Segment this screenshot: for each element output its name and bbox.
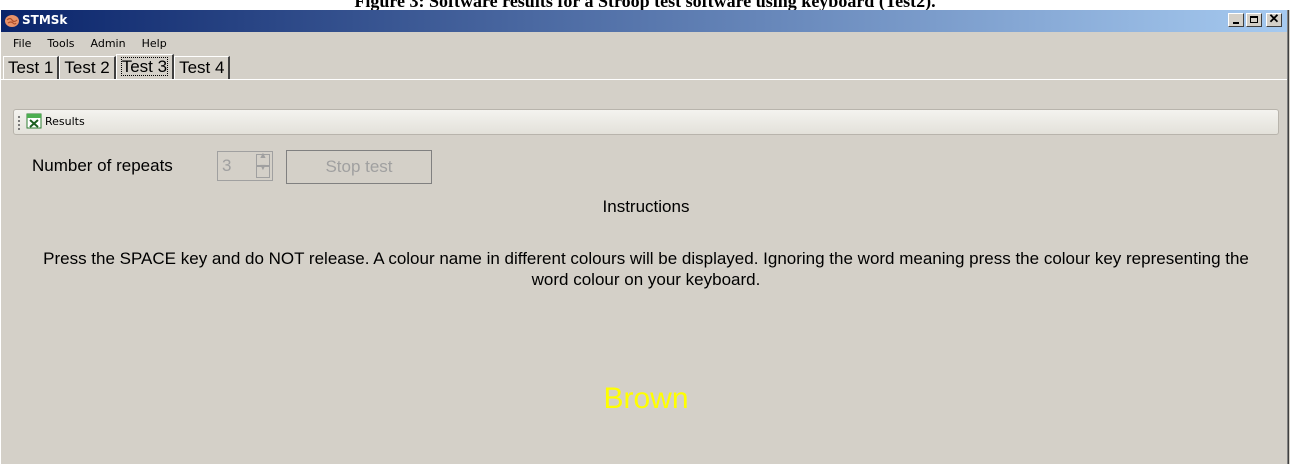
toolbar-grip-icon[interactable] <box>18 116 20 130</box>
menu-file[interactable]: File <box>13 37 31 50</box>
menu-admin[interactable]: Admin <box>91 37 126 50</box>
close-button[interactable]: ✕ <box>1266 11 1282 27</box>
figure-caption: Figure 3: Software results for a Stroop … <box>0 0 1290 10</box>
results-label: Results <box>45 114 85 128</box>
app-window: STMSk ✕ File Tools Admin Help Test 1 Tes… <box>0 10 1290 464</box>
toolbar: Results <box>13 109 1279 135</box>
instructions-text: Press the SPACE key and do NOT release. … <box>43 249 1249 289</box>
instructions-title: Instructions <box>602 197 690 216</box>
tab-test-3[interactable]: Test 3 <box>115 54 175 79</box>
figure-caption-text: Figure 3: Software results for a Stroop … <box>354 0 936 10</box>
tab-strip: Test 1 Test 2 Test 3 Test 4 <box>3 54 231 79</box>
window-controls: ✕ <box>1228 11 1282 27</box>
chevron-down-icon: ▼ <box>258 162 268 172</box>
tab-test-2[interactable]: Test 2 <box>59 56 116 79</box>
tab-label: Test 1 <box>8 58 54 77</box>
window-title: STMSk <box>22 13 68 27</box>
stepper-buttons: ▲ ▼ <box>256 150 270 178</box>
stimulus-word: Brown <box>603 382 689 415</box>
stepper-down-button[interactable]: ▼ <box>256 162 270 178</box>
tab-test-4[interactable]: Test 4 <box>174 56 231 79</box>
spreadsheet-icon <box>26 113 42 129</box>
menu-tools[interactable]: Tools <box>47 37 74 50</box>
maximize-button[interactable] <box>1246 13 1262 27</box>
tab-label: Test 3 <box>120 57 169 76</box>
results-button[interactable]: Results <box>26 113 85 129</box>
tab-label: Test 4 <box>179 58 225 77</box>
stop-test-button[interactable]: Stop test <box>286 150 432 184</box>
minimize-icon <box>1233 22 1239 24</box>
tab-test-1[interactable]: Test 1 <box>3 56 60 79</box>
chevron-up-icon: ▲ <box>258 150 268 160</box>
minimize-button[interactable] <box>1228 13 1244 27</box>
repeats-stepper[interactable]: 3 ▲ ▼ <box>217 150 273 181</box>
tab-divider <box>1 79 1288 80</box>
repeats-label: Number of repeats <box>32 156 173 175</box>
title-bar[interactable]: STMSk ✕ <box>1 10 1288 32</box>
tab-label: Test 2 <box>64 58 110 77</box>
brain-icon <box>5 15 19 27</box>
menu-help[interactable]: Help <box>142 37 167 50</box>
menu-bar: File Tools Admin Help <box>1 32 1288 54</box>
maximize-icon <box>1250 16 1258 23</box>
close-icon: ✕ <box>1268 11 1280 26</box>
repeats-value: 3 <box>222 156 232 175</box>
